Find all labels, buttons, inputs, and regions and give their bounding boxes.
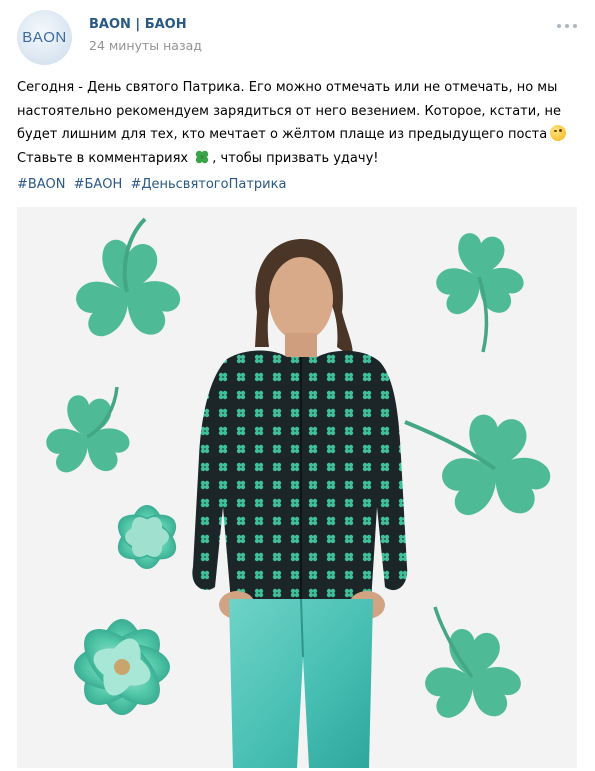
wink-emoji-icon (550, 125, 567, 141)
avatar[interactable]: BAON (17, 10, 72, 65)
more-horizontal-icon (565, 24, 569, 28)
post-text-segment: будет лишним для тех, кто мечтает о жёлт… (17, 127, 548, 142)
post-text-segment: , чтобы призвать удачу! (212, 150, 379, 166)
post-text-line: будет лишним для тех, кто мечтает о жёлт… (17, 123, 577, 147)
post-header: BAON BAON | БАОН 24 минуты назад (17, 10, 577, 66)
hashtag-link[interactable]: #ДеньсвятогоПатрика (130, 177, 286, 192)
avatar-logo: BAON (22, 29, 67, 46)
hashtag-link[interactable]: #BAON (17, 177, 65, 192)
hashtag-link[interactable]: #БАОН (74, 177, 123, 192)
more-options-button[interactable] (557, 20, 577, 32)
post-text: Сегодня - День святого Патрика. Его можн… (17, 76, 577, 170)
post-text-line: Сегодня - День святого Патрика. Его можн… (17, 80, 558, 95)
hashtags: #BAON #БАОН #ДеньсвятогоПатрика (17, 175, 290, 195)
more-horizontal-icon (557, 24, 561, 28)
photo-illustration (17, 207, 577, 768)
post-text-segment: Ставьте в комментариях (17, 150, 189, 166)
post-photo[interactable] (17, 207, 577, 768)
post-text-line: настоятельно рекомендуем зарядиться от н… (17, 103, 561, 119)
post-time-link[interactable]: 24 минуты назад (89, 38, 202, 53)
author-name-link[interactable]: BAON | БАОН (89, 17, 187, 32)
four-leaf-clover-emoji-icon (196, 150, 209, 163)
more-horizontal-icon (573, 24, 577, 28)
post-text-line: Ставьте в комментариях , чтобы призвать … (17, 147, 577, 171)
